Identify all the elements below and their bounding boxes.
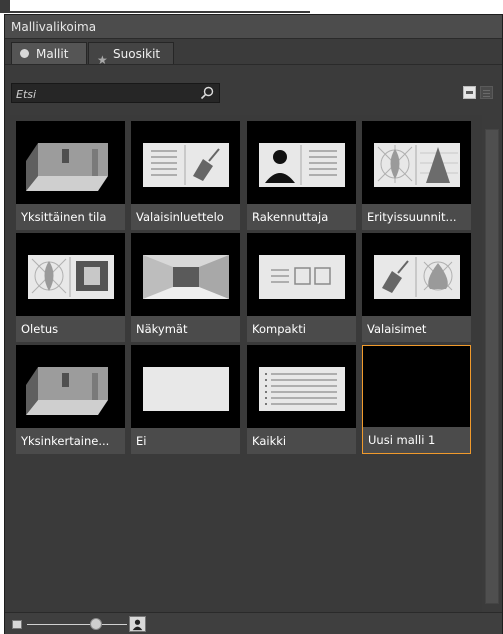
template-label: Uusi malli 1 [363, 427, 470, 453]
vertical-scrollbar[interactable] [482, 115, 502, 612]
tab-label: Suosikit [113, 47, 161, 61]
search-icon[interactable] [199, 85, 215, 101]
template-tile[interactable]: Näkymät [131, 233, 240, 342]
template-label: Valaisimet [362, 316, 471, 342]
template-label: Erityissuunnit... [362, 204, 471, 230]
list-view-button[interactable] [480, 86, 493, 99]
small-size-icon[interactable] [12, 620, 22, 629]
template-label: Kaikki [247, 428, 356, 454]
luminaire-curve-icon [374, 255, 460, 299]
room-icon [26, 143, 108, 191]
template-tile[interactable]: Yksittäinen tila [16, 121, 125, 230]
template-label: Yksinkertaine... [16, 428, 125, 454]
search-input[interactable] [16, 86, 196, 102]
template-tile[interactable]: Valaisimet [362, 233, 471, 342]
bottom-bar [5, 612, 502, 634]
template-label: Rakennuttaja [247, 204, 356, 230]
distribution-curves-icon [374, 143, 460, 187]
template-tile[interactable]: Ei [131, 345, 240, 454]
tab-mallit[interactable]: Mallit [11, 42, 87, 64]
large-size-icon[interactable] [129, 616, 146, 632]
template-tile[interactable]: Kaikki [247, 345, 356, 454]
tab-suosikit[interactable]: ★ Suosikit [88, 42, 174, 67]
template-gallery-panel: Mallivalikoima Mallit ★ Suosikit Etsi Yk… [4, 14, 503, 634]
compact-layout-icon [259, 255, 345, 299]
template-tile[interactable]: Valaisinluettelo [131, 121, 240, 230]
template-label: Oletus [16, 316, 125, 342]
template-tile[interactable]: Oletus [16, 233, 125, 342]
scroll-thumb[interactable] [485, 129, 499, 604]
list-page-icon [259, 367, 345, 411]
search-box [11, 83, 220, 103]
template-tile[interactable]: Erityissuunnit... [362, 121, 471, 230]
template-label: Ei [131, 428, 240, 454]
person-list-icon [259, 143, 345, 187]
template-tile[interactable]: Rakennuttaja [247, 121, 356, 230]
blank-page-icon [143, 367, 229, 411]
template-label: Näkymät [131, 316, 240, 342]
room-icon [26, 367, 108, 415]
template-tile[interactable]: Kompakti [247, 233, 356, 342]
template-label: Valaisinluettelo [131, 204, 240, 230]
slider-handle[interactable] [90, 618, 102, 630]
tab-bar: Mallit ★ Suosikit [5, 40, 502, 67]
curve-room-icon [28, 255, 114, 299]
background-window-edge [0, 0, 310, 13]
perspective-room-icon [143, 255, 229, 299]
large-thumbnails-view-button[interactable] [463, 86, 476, 99]
luminaire-list-icon [143, 143, 229, 187]
template-grid: Yksittäinen tila Valaisinluettelo Rakenn… [10, 115, 482, 612]
empty-icon [363, 346, 470, 429]
dot-icon [20, 49, 30, 59]
template-tile-selected[interactable]: Uusi malli 1 [362, 345, 471, 454]
tab-label: Mallit [36, 47, 69, 61]
template-label: Kompakti [247, 316, 356, 342]
toolbar [5, 64, 502, 116]
panel-title: Mallivalikoima [5, 15, 502, 39]
thumbnail-size-slider[interactable] [27, 624, 127, 625]
star-icon: ★ [97, 53, 108, 67]
template-tile[interactable]: Yksinkertaine... [16, 345, 125, 454]
template-label: Yksittäinen tila [16, 204, 125, 230]
